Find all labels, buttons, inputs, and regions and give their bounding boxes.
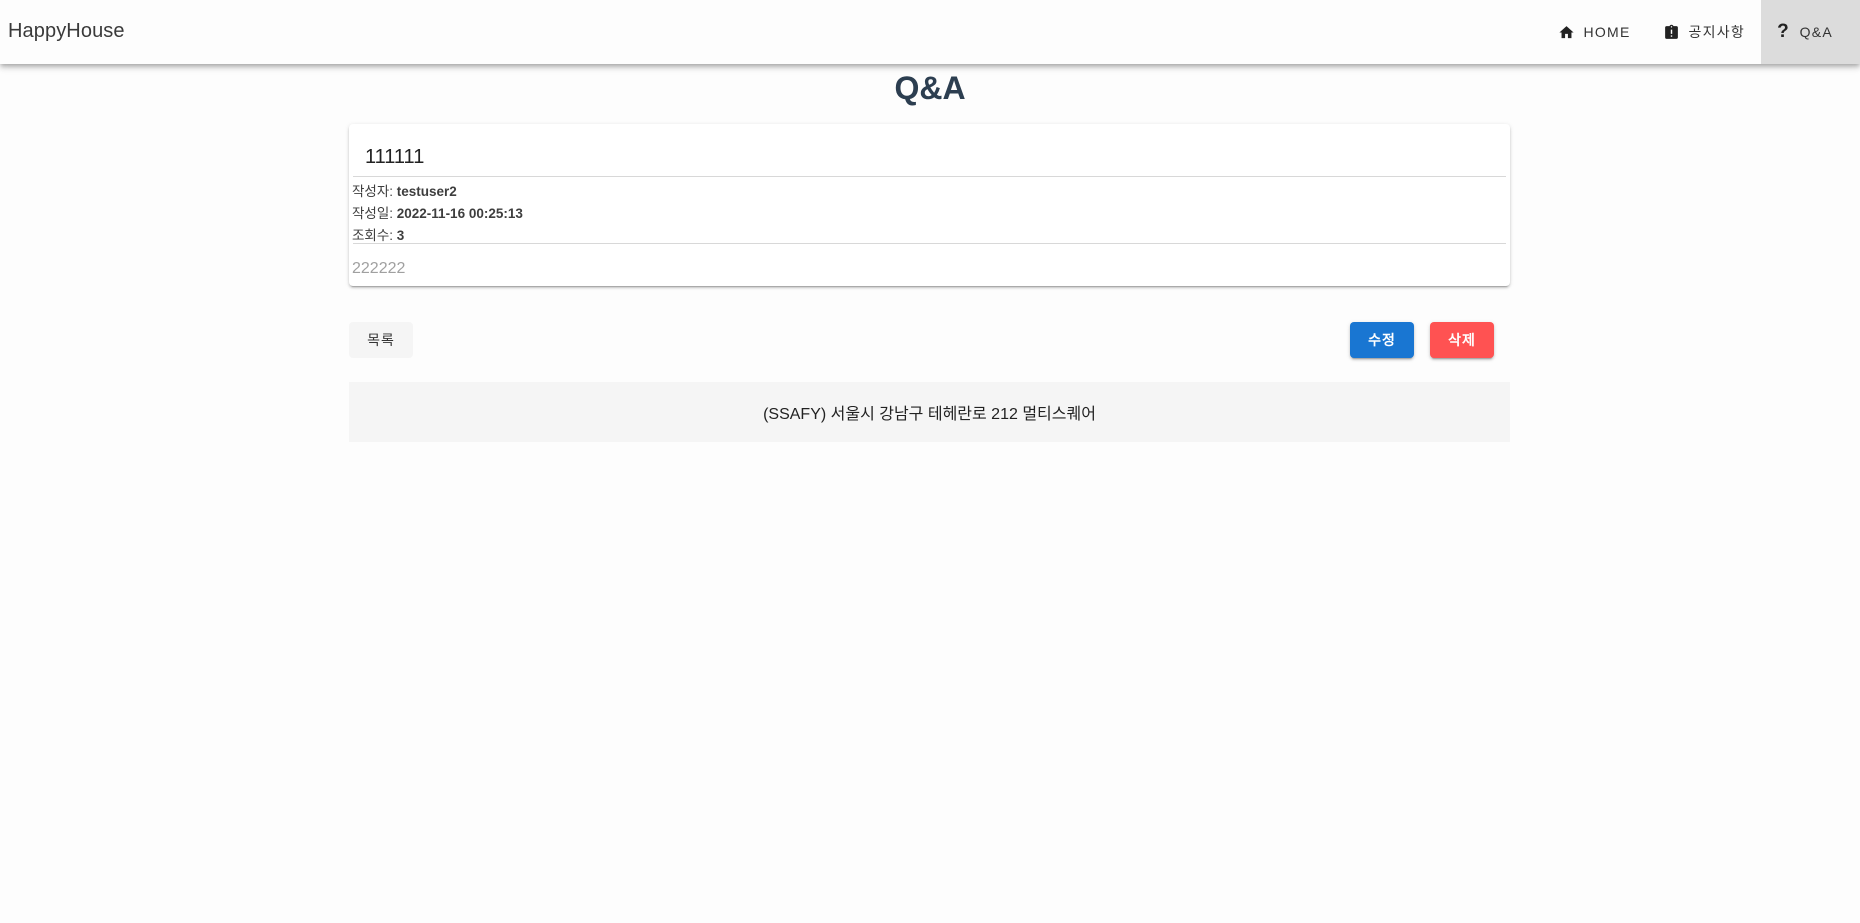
clipboard-alert-icon bbox=[1664, 24, 1678, 39]
home-icon bbox=[1558, 25, 1574, 38]
views-label: 조회수: bbox=[352, 228, 397, 243]
nav-home[interactable]: HOME bbox=[1542, 0, 1647, 64]
author-row: 작성자: testuser2 bbox=[352, 180, 457, 200]
delete-button[interactable]: 삭제 bbox=[1430, 322, 1494, 358]
author-value: testuser2 bbox=[396, 184, 457, 199]
nav-notice[interactable]: 공지사항 bbox=[1647, 0, 1762, 64]
nav-home-label: HOME bbox=[1583, 24, 1631, 40]
article-content: 222222 bbox=[352, 260, 406, 277]
date-row: 작성일: 2022-11-16 00:25:13 bbox=[352, 202, 523, 222]
page-title: Q&A bbox=[894, 70, 966, 106]
title-divider bbox=[353, 176, 1506, 177]
brand-title[interactable]: HappyHouse bbox=[8, 20, 125, 43]
footer: (SSAFY) 서울시 강남구 테헤란로 212 멀티스퀘어 bbox=[349, 382, 1510, 442]
nav-notice-label: 공지사항 bbox=[1688, 24, 1746, 40]
views-value: 3 bbox=[396, 228, 405, 243]
date-value: 2022-11-16 00:25:13 bbox=[396, 206, 523, 221]
app-bar: HappyHouse HOME 공지사항 ? Q&A bbox=[0, 0, 1860, 64]
top-nav: HOME 공지사항 ? Q&A bbox=[1542, 0, 1860, 64]
author-label: 작성자: bbox=[352, 184, 397, 199]
edit-button[interactable]: 수정 bbox=[1350, 322, 1414, 358]
article-card: 111111 bbox=[349, 124, 1510, 286]
footer-address: (SSAFY) 서울시 강남구 테헤란로 212 멀티스퀘어 bbox=[763, 406, 1096, 423]
meta-divider bbox=[353, 243, 1506, 244]
nav-qna-label: Q&A bbox=[1799, 24, 1833, 40]
article-title: 111111 bbox=[365, 146, 425, 168]
nav-qna[interactable]: ? Q&A bbox=[1761, 0, 1860, 64]
views-row: 조회수: 3 bbox=[352, 224, 404, 244]
question-mark-icon: ? bbox=[1777, 21, 1789, 42]
date-label: 작성일: bbox=[352, 206, 397, 221]
list-button[interactable]: 목록 bbox=[349, 322, 413, 358]
